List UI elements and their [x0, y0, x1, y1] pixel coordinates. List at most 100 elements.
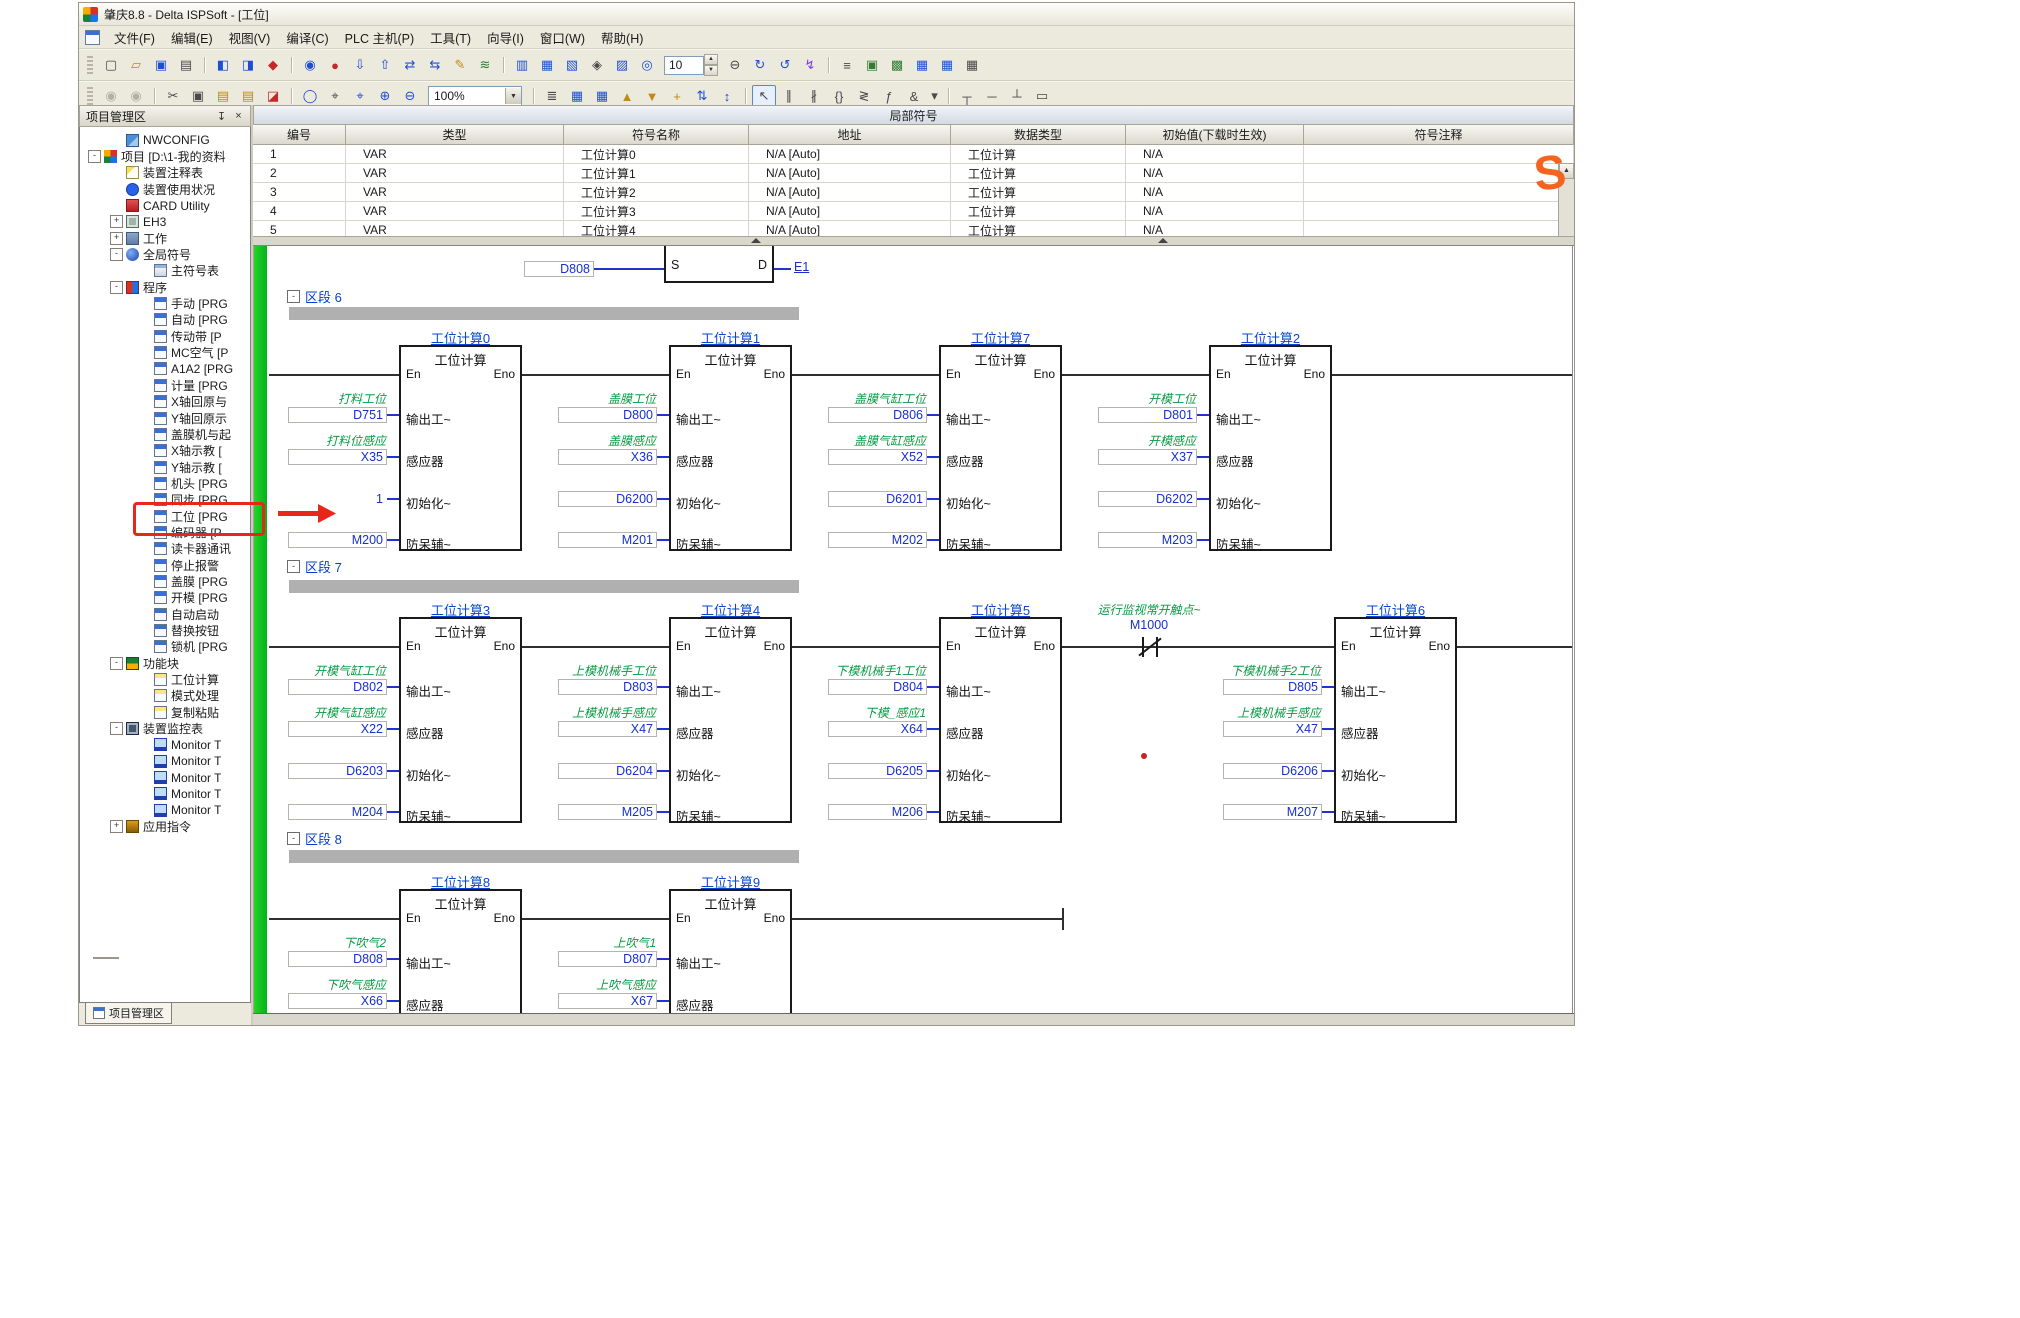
symbol-row[interactable]: 5 VAR 工位计算4 N/A [Auto] 工位计算 N/A — [253, 221, 1574, 236]
menu-item[interactable]: 编译(C) — [278, 26, 336, 49]
tree-item[interactable]: 编码器 [P — [80, 524, 250, 540]
fb-box[interactable]: 工位计算 En Eno 输出工~ 感应器 初始化~ 防呆辅~ — [1334, 617, 1457, 823]
symbol-row[interactable]: 2 VAR 工位计算1 N/A [Auto] 工位计算 N/A — [253, 164, 1574, 183]
stop-icon[interactable]: ● — [323, 54, 347, 76]
tree-expander-icon[interactable]: + — [110, 232, 123, 245]
tree-expander-icon[interactable]: + — [110, 820, 123, 833]
column-header[interactable]: 初始值(下载时生效) — [1126, 125, 1304, 145]
section-header[interactable]: - 区段 6 — [287, 287, 342, 306]
operand-box[interactable]: D6205 — [828, 763, 927, 779]
function-block[interactable]: 工位计算0 工位计算 En Eno 输出工~ 感应器 初始化~ 防呆辅~ — [282, 345, 522, 551]
comm-setting-icon[interactable]: ≋ — [473, 54, 497, 76]
symbol-row[interactable]: 1 VAR 工位计算0 N/A [Auto] 工位计算 N/A — [253, 145, 1574, 164]
tree-item[interactable]: - 程序 — [80, 279, 250, 295]
block-tool-icon[interactable]: ▭ — [1030, 85, 1054, 107]
function-block[interactable]: 工位计算7 工位计算 En Eno 输出工~ 感应器 初始化~ 防呆辅~ — [822, 345, 1062, 551]
operand-box[interactable]: D806 — [828, 407, 927, 423]
tree-item[interactable]: Monitor T — [80, 737, 250, 753]
ladder-view-icon[interactable]: ▦ — [565, 85, 589, 107]
tree-item[interactable]: X轴示教 [ — [80, 443, 250, 459]
save-icon[interactable]: ▣ — [149, 54, 173, 76]
tree-item-project-root[interactable]: - 项目 [D:\1-我的资料 — [80, 148, 250, 164]
operand-box[interactable]: D805 — [1223, 679, 1322, 695]
screen-icon[interactable]: ▨ — [610, 54, 634, 76]
print-icon[interactable]: ▤ — [174, 54, 198, 76]
symbol-row[interactable]: 3 VAR 工位计算2 N/A [Auto] 工位计算 N/A — [253, 183, 1574, 202]
structure-list-icon[interactable]: ≡ — [835, 54, 859, 76]
tree-expander-icon[interactable]: - — [110, 248, 123, 261]
matrix-icon[interactable]: ▦ — [960, 54, 984, 76]
find-replace-icon[interactable]: ⌖ — [348, 85, 372, 107]
tree-item[interactable]: + EH3 — [80, 214, 250, 230]
operand-box[interactable]: M200 — [288, 532, 387, 548]
tree-item[interactable]: Monitor T — [80, 786, 250, 802]
delete-icon[interactable]: ◪ — [261, 85, 285, 107]
tree-item[interactable]: 传动带 [P — [80, 328, 250, 344]
spinner-value[interactable]: 10 — [664, 56, 704, 75]
chevron-down-icon[interactable]: ▼ — [505, 88, 521, 104]
tree-expander-icon[interactable]: - — [110, 722, 123, 735]
device-monitor-icon[interactable]: ▦ — [535, 54, 559, 76]
collapse-icon[interactable]: - — [287, 832, 300, 845]
operand-box[interactable]: D6206 — [1223, 763, 1322, 779]
tree-item[interactable]: Monitor T — [80, 769, 250, 785]
grid-view-icon[interactable]: ▦ — [935, 54, 959, 76]
online-run-icon[interactable]: ◉ — [298, 54, 322, 76]
tree-item[interactable]: - 全局符号 — [80, 246, 250, 262]
zoom-select[interactable]: 100% ▼ — [428, 86, 522, 106]
tree-expander-icon[interactable]: - — [110, 657, 123, 670]
function-block[interactable]: 工位计算9 工位计算 En Eno 输出工~ 感应器 初始化~ 防呆辅~ — [552, 889, 792, 1013]
operand-box[interactable]: M205 — [558, 804, 657, 820]
tree-item[interactable]: 盖膜 [PRG — [80, 573, 250, 589]
window-layout-icon[interactable]: ◨ — [236, 54, 260, 76]
refresh-icon[interactable]: ↻ — [748, 54, 772, 76]
operand-box[interactable]: M207 — [1223, 804, 1322, 820]
column-header[interactable]: 地址 — [749, 125, 951, 145]
network-view-icon[interactable]: ▦ — [590, 85, 614, 107]
step-position-icon[interactable]: ≣ — [540, 85, 564, 107]
close-icon[interactable]: × — [230, 108, 247, 124]
zoom-icon[interactable]: ◯ — [298, 85, 322, 107]
menu-item[interactable]: 工具(T) — [422, 26, 479, 49]
operand-box[interactable]: D801 — [1098, 407, 1197, 423]
new-file-icon[interactable]: ▢ — [99, 54, 123, 76]
menu-item[interactable]: 文件(F) — [106, 26, 163, 49]
tree-item[interactable]: Monitor T — [80, 753, 250, 769]
operand-box[interactable]: X66 — [288, 993, 387, 1009]
horizontal-line-tool-icon[interactable]: ─ — [980, 85, 1004, 107]
plc-to-pc-icon[interactable]: ⇆ — [423, 54, 447, 76]
tree-item[interactable]: 装置注释表 — [80, 165, 250, 181]
goto-down-icon[interactable]: ↕ — [715, 85, 739, 107]
tree-item[interactable]: 模式处理 — [80, 688, 250, 704]
tree-item[interactable]: - 装置监控表 — [80, 720, 250, 736]
child-window-icon[interactable] — [85, 30, 100, 45]
rotate-icon[interactable]: ↺ — [773, 54, 797, 76]
panel-resize-grip[interactable] — [93, 957, 119, 959]
operand-box[interactable]: M204 — [288, 804, 387, 820]
fb-box[interactable]: 工位计算 En Eno 输出工~ 感应器 初始化~ 防呆辅~ — [939, 345, 1062, 551]
network-comment-bar[interactable] — [289, 850, 799, 863]
tree-item[interactable]: - 功能块 — [80, 655, 250, 671]
function-block[interactable]: 工位计算1 工位计算 En Eno 输出工~ 感应器 初始化~ 防呆辅~ — [552, 345, 792, 551]
online-edit-icon[interactable]: ✎ — [448, 54, 472, 76]
fb-box[interactable]: 工位计算 En Eno 输出工~ 感应器 初始化~ 防呆辅~ — [939, 617, 1062, 823]
tree-expander-icon[interactable]: + — [110, 215, 123, 228]
fb-box[interactable]: 工位计算 En Eno 输出工~ 感应器 初始化~ 防呆辅~ — [669, 617, 792, 823]
splitter[interactable] — [253, 236, 1574, 246]
pc-to-plc-icon[interactable]: ⇄ — [398, 54, 422, 76]
operand-box[interactable]: M203 — [1098, 532, 1197, 548]
fb-box[interactable]: 工位计算 En Eno 输出工~ 感应器 初始化~ 防呆辅~ — [669, 345, 792, 551]
function-block-partial[interactable]: S D — [664, 246, 774, 283]
insert-network-below-icon[interactable]: ▼ — [640, 85, 664, 107]
tree-item[interactable]: 盖膜机与起 — [80, 426, 250, 442]
tree-item[interactable]: 锁机 [PRG — [80, 639, 250, 655]
and-tool-icon[interactable]: & — [902, 85, 926, 107]
copy-icon[interactable]: ▣ — [186, 85, 210, 107]
column-header[interactable]: 数据类型 — [951, 125, 1126, 145]
transfer-steps-spinner[interactable]: 10 ▲ ▼ — [664, 56, 718, 75]
tree-item[interactable]: 手动 [PRG — [80, 295, 250, 311]
contact-operand[interactable]: M1000 — [1074, 618, 1224, 632]
operand-box[interactable]: M201 — [558, 532, 657, 548]
forward-icon[interactable]: ◉ — [124, 85, 148, 107]
zoom-in-icon[interactable]: ⊕ — [373, 85, 397, 107]
